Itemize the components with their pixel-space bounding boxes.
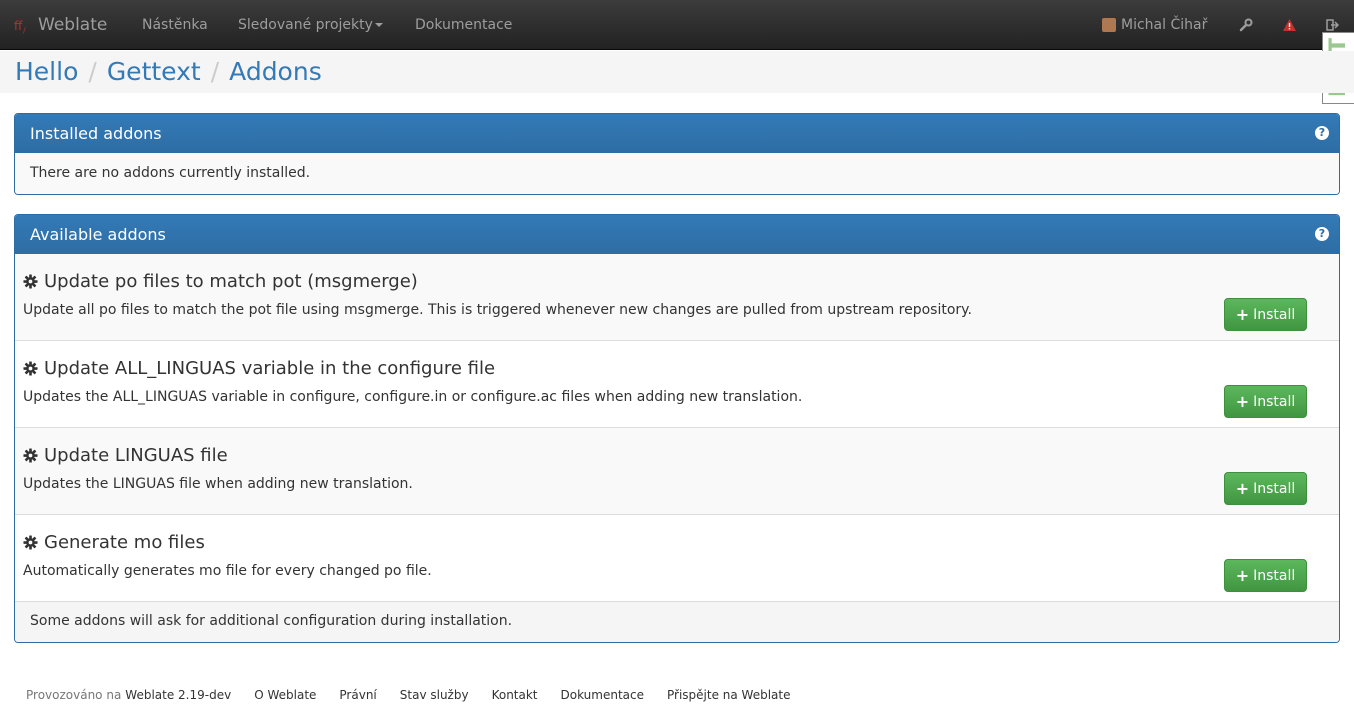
breadcrumb: Hello / Gettext / Addons — [15, 57, 322, 86]
svg-text:ff: ff — [14, 19, 23, 33]
wrench-icon[interactable] — [1238, 17, 1254, 33]
footer-link-status[interactable]: Stav služby — [400, 688, 469, 702]
install-button[interactable]: + Install — [1224, 385, 1307, 418]
install-button[interactable]: + Install — [1224, 472, 1307, 505]
breadcrumb-project[interactable]: Hello — [15, 57, 78, 86]
footer-link-version[interactable]: Weblate 2.19-dev — [125, 688, 231, 702]
addon-name: Update LINGUAS file — [44, 445, 228, 466]
installed-addons-panel: Installed addons ? There are no addons c… — [14, 113, 1340, 195]
plus-icon: + — [1235, 478, 1250, 498]
installed-addons-heading: Installed addons ? — [15, 114, 1339, 153]
available-addons-title: Available addons — [30, 225, 166, 244]
weblate-logo-icon: ff / — [14, 19, 26, 34]
addon-description: Updates the LINGUAS file when adding new… — [23, 476, 413, 492]
addon-name: Update po files to match pot (msgmerge) — [44, 271, 418, 292]
logout-icon[interactable] — [1324, 17, 1340, 33]
footer-link-contact[interactable]: Kontakt — [492, 688, 538, 702]
addon-description: Automatically generates mo file for ever… — [23, 563, 432, 579]
breadcrumb-component[interactable]: Gettext — [107, 57, 201, 86]
addon-description: Update all po files to match the pot fil… — [23, 302, 972, 318]
nav-watched-projects-label: Sledované projekty — [238, 17, 373, 33]
gear-icon — [23, 535, 38, 550]
install-button[interactable]: + Install — [1224, 298, 1307, 331]
user-menu[interactable]: Michal Čihař — [1102, 0, 1207, 50]
available-addons-panel: Available addons ? Update po files to ma… — [14, 214, 1340, 643]
help-icon[interactable]: ? — [1315, 227, 1329, 241]
footer-link-donate[interactable]: Přispějte na Weblate — [667, 688, 791, 702]
alert-icon[interactable] — [1281, 17, 1297, 33]
breadcrumb-bar: Hello / Gettext / Addons — [0, 51, 1354, 93]
footer-link-docs[interactable]: Dokumentace — [561, 688, 644, 702]
avatar — [1102, 18, 1116, 32]
brand-name: Weblate — [38, 15, 108, 35]
powered-by-label: Provozováno na — [26, 688, 122, 702]
addon-item-linguas: Update LINGUAS file Updates the LINGUAS … — [15, 428, 1339, 515]
footer-link-legal[interactable]: Právní — [339, 688, 376, 702]
plus-icon: + — [1235, 565, 1250, 585]
addon-list: Update po files to match pot (msgmerge) … — [15, 254, 1339, 602]
svg-text:/: / — [23, 26, 26, 34]
addon-item-msgmerge: Update po files to match pot (msgmerge) … — [15, 254, 1339, 341]
footer-link-about[interactable]: O Weblate — [254, 688, 316, 702]
gear-icon — [23, 361, 38, 376]
plus-icon: + — [1235, 304, 1250, 324]
addon-description: Updates the ALL_LINGUAS variable in conf… — [23, 389, 803, 405]
page-footer: Provozováno na Weblate 2.19-dev O Weblat… — [26, 688, 814, 702]
addon-item-all-linguas: Update ALL_LINGUAS variable in the confi… — [15, 341, 1339, 428]
gear-icon — [23, 448, 38, 463]
gear-icon — [23, 274, 38, 289]
top-navbar: ff / Weblate Nástěnka Sledované projekty… — [0, 0, 1354, 50]
install-button[interactable]: + Install — [1224, 559, 1307, 592]
addon-name: Update ALL_LINGUAS variable in the confi… — [44, 358, 496, 379]
breadcrumb-addons[interactable]: Addons — [229, 57, 322, 86]
caret-down-icon — [374, 23, 383, 27]
installed-addons-title: Installed addons — [30, 124, 162, 143]
available-addons-note: Some addons will ask for additional conf… — [15, 602, 1339, 642]
addon-name: Generate mo files — [44, 532, 205, 553]
addon-item-mo-files: Generate mo files Automatically generate… — [15, 515, 1339, 602]
brand-link[interactable]: ff / Weblate — [14, 0, 107, 50]
nav-watched-projects[interactable]: Sledované projekty — [238, 0, 383, 50]
nav-documentation[interactable]: Dokumentace — [415, 0, 512, 50]
help-icon[interactable]: ? — [1315, 126, 1329, 140]
installed-addons-empty: There are no addons currently installed. — [15, 153, 1339, 194]
user-name: Michal Čihař — [1121, 17, 1208, 33]
available-addons-heading: Available addons ? — [15, 215, 1339, 254]
nav-dashboard[interactable]: Nástěnka — [142, 0, 208, 50]
plus-icon: + — [1235, 391, 1250, 411]
